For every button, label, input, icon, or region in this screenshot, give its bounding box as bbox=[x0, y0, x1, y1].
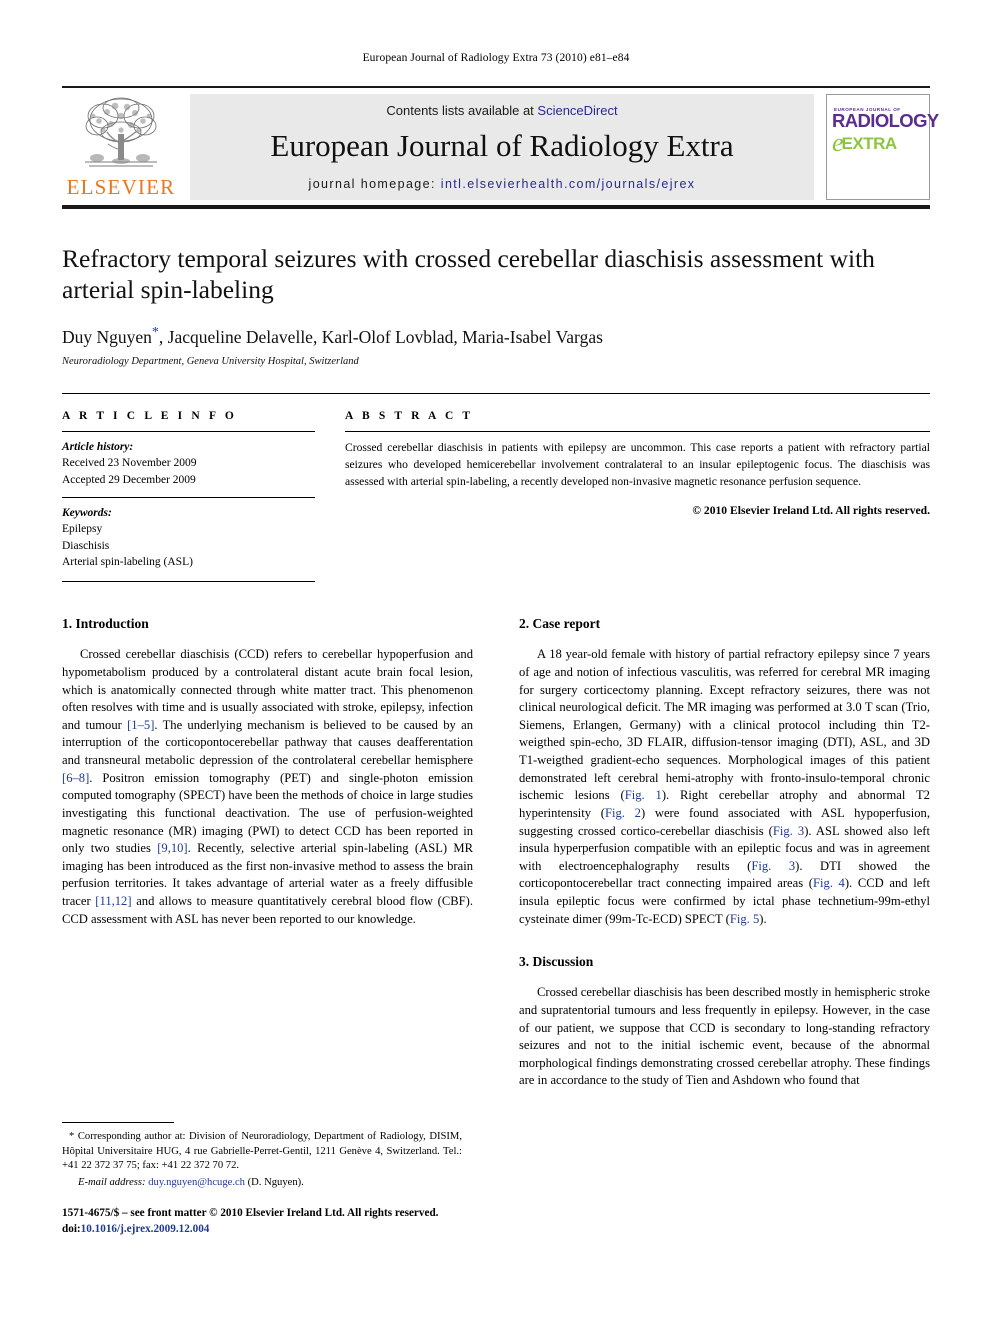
figure-ref[interactable]: Fig. 5 bbox=[730, 912, 759, 926]
elsevier-tree-icon bbox=[85, 97, 157, 167]
case-text-6: ). bbox=[759, 911, 767, 926]
affiliation: Neuroradiology Department, Geneva Univer… bbox=[62, 356, 359, 368]
abstract-copyright: © 2010 Elsevier Ireland Ltd. All rights … bbox=[692, 504, 930, 518]
journal-homepage-line: journal homepage: intl.elsevierhealth.co… bbox=[190, 177, 814, 191]
citation-ref[interactable]: [11,12] bbox=[95, 894, 131, 908]
keyword-item: Diaschisis bbox=[62, 539, 110, 552]
abstract-text: Crossed cerebellar diaschisis in patient… bbox=[345, 441, 930, 488]
info-rule-bottom bbox=[62, 581, 315, 583]
journal-cover-badge: EUROPEAN JOURNAL OF RADIOLOGY e EXTRA bbox=[826, 94, 939, 200]
homepage-prefix: journal homepage: bbox=[308, 177, 441, 191]
right-column: 2. Case report A 18 year-old female with… bbox=[519, 616, 930, 1090]
figure-ref[interactable]: Fig. 1 bbox=[625, 788, 662, 802]
page-title: Refractory temporal seizures with crosse… bbox=[62, 244, 875, 305]
corresponding-author-note: * Corresponding author at: Division of N… bbox=[62, 1130, 462, 1174]
contents-prefix: Contents lists available at bbox=[386, 103, 538, 118]
keyword-item: Arterial spin-labeling (ASL) bbox=[62, 556, 193, 569]
discussion-paragraph: Crossed cerebellar diaschisis has been d… bbox=[519, 985, 930, 1088]
journal-title: European Journal of Radiology Extra bbox=[270, 128, 734, 164]
author-rest: , Jacqueline Delavelle, Karl-Olof Lovbla… bbox=[158, 327, 603, 348]
doi-line: doi:10.1016/j.ejrex.2009.12.004 bbox=[62, 1221, 482, 1237]
running-head: European Journal of Radiology Extra 73 (… bbox=[362, 52, 630, 64]
email-attribution: (D. Nguyen). bbox=[244, 1176, 304, 1188]
citation-ref[interactable]: [6–8] bbox=[62, 771, 89, 785]
title-block: Refractory temporal seizures with crosse… bbox=[62, 209, 930, 367]
figure-ref[interactable]: Fig. 3 bbox=[751, 859, 795, 873]
keywords-group: Keywords: Epilepsy Diaschisis Arterial s… bbox=[62, 498, 315, 579]
figure-ref[interactable]: Fig. 4 bbox=[813, 876, 845, 890]
badge-extra-row: e EXTRA bbox=[832, 127, 898, 157]
case-report-paragraph: A 18 year-old female with history of par… bbox=[519, 646, 930, 928]
body-columns: 1. Introduction Crossed cerebellar diasc… bbox=[62, 616, 930, 1090]
colophon: 1571-4675/$ – see front matter © 2010 El… bbox=[62, 1205, 482, 1237]
article-info-heading: A R T I C L E I N F O bbox=[62, 410, 237, 423]
article-info-column: A R T I C L E I N F O Article history: R… bbox=[62, 394, 345, 583]
info-abstract-block: A R T I C L E I N F O Article history: R… bbox=[62, 393, 930, 583]
journal-homepage-link[interactable]: intl.elsevierhealth.com/journals/ejrex bbox=[441, 177, 696, 191]
doi-link[interactable]: 10.1016/j.ejrex.2009.12.004 bbox=[81, 1223, 210, 1235]
abstract-heading: A B S T R A C T bbox=[345, 410, 474, 423]
left-column: 1. Introduction Crossed cerebellar diasc… bbox=[62, 616, 473, 1090]
keyword-item: Epilepsy bbox=[62, 523, 103, 536]
citation-ref[interactable]: [1–5] bbox=[127, 718, 154, 732]
sciencedirect-link[interactable]: ScienceDirect bbox=[537, 103, 617, 118]
citation-ref[interactable]: [9,10] bbox=[157, 841, 187, 855]
doi-prefix: doi: bbox=[62, 1223, 81, 1236]
contents-lists-line: Contents lists available at ScienceDirec… bbox=[190, 103, 814, 118]
introduction-paragraph: Crossed cerebellar diaschisis (CCD) refe… bbox=[62, 646, 473, 928]
email-link[interactable]: duy.nguyen@hcuge.ch bbox=[148, 1177, 245, 1188]
email-note: E-mail address: duy.nguyen@hcuge.ch (D. … bbox=[62, 1176, 462, 1191]
footnote-area: * Corresponding author at: Division of N… bbox=[62, 1122, 462, 1190]
journal-masthead: ELSEVIER Contents lists available at Sci… bbox=[62, 86, 939, 209]
section-title-introduction: 1. Introduction bbox=[62, 616, 149, 632]
section-title-discussion: 3. Discussion bbox=[519, 954, 594, 970]
footnote-divider bbox=[62, 1122, 174, 1123]
elsevier-logo: ELSEVIER bbox=[62, 94, 180, 200]
elsevier-wordmark: ELSEVIER bbox=[66, 175, 176, 199]
article-history-label: Article history: bbox=[62, 441, 134, 454]
author-first: Duy Nguyen bbox=[62, 327, 152, 348]
issn-copyright-line: 1571-4675/$ – see front matter © 2010 El… bbox=[62, 1207, 439, 1219]
figure-ref[interactable]: Fig. 2 bbox=[605, 806, 641, 820]
article-history-group: Article history: Received 23 November 20… bbox=[62, 432, 315, 497]
accepted-date: Accepted 29 December 2009 bbox=[62, 473, 196, 486]
article-page: European Journal of Radiology Extra 73 (… bbox=[0, 0, 992, 1323]
keywords-label: Keywords: bbox=[62, 507, 112, 520]
badge-e-glyph: e bbox=[832, 127, 844, 157]
email-label: E-mail address: bbox=[78, 1176, 146, 1188]
journal-banner: Contents lists available at ScienceDirec… bbox=[190, 94, 814, 200]
badge-radiology-word: RADIOLOGY bbox=[832, 110, 939, 131]
author-list: Duy Nguyen*, Jacqueline Delavelle, Karl-… bbox=[62, 325, 930, 348]
section-title-case-report: 2. Case report bbox=[519, 616, 601, 632]
abstract-column: A B S T R A C T Crossed cerebellar diasc… bbox=[345, 394, 930, 582]
figure-ref[interactable]: Fig. 3 bbox=[773, 824, 804, 838]
corresponding-author-marker: * bbox=[151, 325, 159, 341]
corresponding-author-address: Corresponding author at: Division of Neu… bbox=[62, 1131, 462, 1171]
badge-extra-word: EXTRA bbox=[841, 134, 898, 153]
case-text-0: A 18 year-old female with history of par… bbox=[519, 647, 930, 803]
received-date: Received 23 November 2009 bbox=[62, 457, 197, 470]
